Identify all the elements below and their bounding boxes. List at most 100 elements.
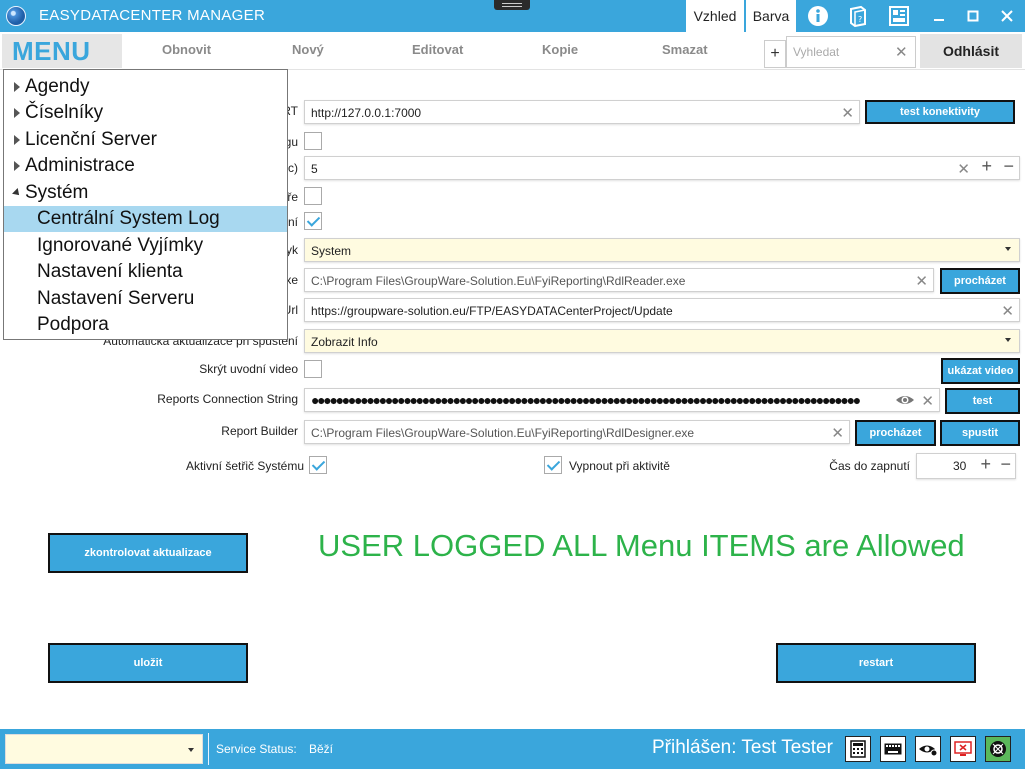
user-banner: USER LOGGED ALL Menu ITEMS are Allowed xyxy=(318,528,965,563)
logged-user: Přihlášen: Test Tester xyxy=(652,737,833,758)
show-password-icon[interactable] xyxy=(895,392,915,411)
clear-reports-conn-icon[interactable]: ✕ xyxy=(921,392,934,410)
drag-handle-icon[interactable] xyxy=(494,0,530,10)
auto-update-select[interactable]: Zobrazit Info xyxy=(304,329,1020,353)
calculator-icon[interactable] xyxy=(845,736,871,762)
service-status-value: Běží xyxy=(309,742,334,756)
decrement-icon[interactable]: − xyxy=(1003,156,1014,177)
menu-item-system[interactable]: Systém xyxy=(4,180,287,206)
svg-text:?: ? xyxy=(858,15,862,24)
row5-checkbox[interactable] xyxy=(304,212,322,230)
check-updates-button[interactable]: zkontrolovat aktualizace xyxy=(48,533,248,573)
report-builder-field[interactable]: C:\Program Files\GroupWare-Solution.Eu\F… xyxy=(304,420,850,444)
reports-conn-label: Reports Connection String xyxy=(157,392,298,406)
reader-exe-field[interactable]: C:\Program Files\GroupWare-Solution.Eu\F… xyxy=(304,268,934,292)
auto-update-value: Zobrazit Info xyxy=(311,335,378,349)
show-video-button[interactable]: ukázat video xyxy=(941,358,1020,384)
clear-reader-exe-icon[interactable]: ✕ xyxy=(915,272,928,290)
browse-reader-button[interactable]: procházet xyxy=(940,268,1020,294)
tab-barva[interactable]: Barva xyxy=(746,0,796,32)
menu-item-label: Administrace xyxy=(25,155,135,176)
menu-item-label: Nastavení klienta xyxy=(37,261,183,282)
search-box: ✕ xyxy=(786,36,916,68)
log-checkbox[interactable] xyxy=(304,132,322,150)
side-menu: Agendy Číselníky Licenční Server Adminis… xyxy=(3,69,288,340)
server-url-field[interactable]: http://127.0.0.1:7000 ✕ xyxy=(304,100,860,124)
clear-report-builder-icon[interactable]: ✕ xyxy=(831,424,844,442)
menu-item-ciselniky[interactable]: Číselníky xyxy=(4,100,287,126)
row5-label: ní xyxy=(287,215,298,229)
chevron-down-icon xyxy=(1005,338,1011,342)
interval-label: c) xyxy=(288,161,298,175)
search-input[interactable] xyxy=(787,37,893,67)
menu-item-administrace[interactable]: Administrace xyxy=(4,153,287,179)
dashboard-icon[interactable] xyxy=(886,3,912,29)
add-filter-button[interactable]: + xyxy=(764,40,786,68)
expand-arrow-icon xyxy=(14,161,20,171)
close-icon[interactable] xyxy=(990,0,1024,32)
disable-on-activity-checkbox[interactable] xyxy=(544,456,562,474)
menu-item-agendy[interactable]: Agendy xyxy=(4,74,287,100)
refresh-button[interactable]: Obnovit xyxy=(162,42,211,57)
chevron-down-icon xyxy=(1005,247,1011,251)
power-icon[interactable] xyxy=(985,736,1011,762)
clear-update-url-icon[interactable]: ✕ xyxy=(1001,302,1014,320)
screensaver-checkbox[interactable] xyxy=(309,456,327,474)
logout-button[interactable]: Odhlásit xyxy=(920,34,1022,68)
save-button[interactable]: uložit xyxy=(48,643,248,683)
decrement-icon[interactable]: − xyxy=(1000,454,1011,475)
run-report-builder-button[interactable]: spustit xyxy=(940,420,1020,446)
app-logo-icon xyxy=(6,6,26,26)
delete-button[interactable]: Smazat xyxy=(662,42,708,57)
monitor-off-icon[interactable] xyxy=(950,736,976,762)
menu-item-nastaveni-klienta[interactable]: Nastavení klienta xyxy=(4,259,287,285)
report-builder-label: Report Builder xyxy=(221,424,298,438)
update-url-value: https://groupware-solution.eu/FTP/EASYDA… xyxy=(311,304,673,318)
minimize-icon[interactable] xyxy=(922,0,956,32)
hide-video-label: Skrýt uvodní video xyxy=(199,362,298,376)
menu-item-label: Licenční Server xyxy=(25,129,158,150)
update-url-field[interactable]: https://groupware-solution.eu/FTP/EASYDA… xyxy=(304,298,1020,322)
restart-button[interactable]: restart xyxy=(776,643,976,683)
status-combo[interactable] xyxy=(5,734,203,764)
menu-item-ignorovane-vyjimky[interactable]: Ignorované Vyjímky xyxy=(4,233,287,259)
window-title: EASYDATACENTER MANAGER xyxy=(39,7,266,24)
reports-conn-field[interactable]: ●●●●●●●●●●●●●●●●●●●●●●●●●●●●●●●●●●●●●●●●… xyxy=(304,388,940,412)
start-delay-field[interactable]: 30 + − xyxy=(916,453,1016,479)
row4-checkbox[interactable] xyxy=(304,187,322,205)
new-button[interactable]: Nový xyxy=(292,42,324,57)
menu-item-centralni-system-log[interactable]: Centrální System Log xyxy=(4,206,287,232)
increment-icon[interactable]: + xyxy=(981,156,992,177)
copy-button[interactable]: Kopie xyxy=(542,42,578,57)
clear-interval-icon[interactable]: ✕ xyxy=(957,160,970,178)
menu-item-label: Číselníky xyxy=(25,102,104,123)
start-delay-label: Čas do zapnutí xyxy=(829,459,910,473)
expand-arrow-icon xyxy=(14,108,20,118)
row4-label: ře xyxy=(287,190,298,204)
help-book-icon[interactable]: ? xyxy=(845,3,871,29)
keyboard-icon[interactable] xyxy=(880,736,906,762)
menu-button[interactable]: MENU xyxy=(2,34,122,68)
menu-item-nastaveni-serveru[interactable]: Nastavení Serveru xyxy=(4,286,287,312)
menu-item-label: Podpora xyxy=(37,314,109,335)
clear-search-icon[interactable]: ✕ xyxy=(895,43,908,61)
interval-field[interactable]: 5 ✕ + − xyxy=(304,156,1020,180)
increment-icon[interactable]: + xyxy=(980,454,991,475)
divider xyxy=(208,733,209,765)
clear-server-url-icon[interactable]: ✕ xyxy=(841,104,854,122)
test-connectivity-button[interactable]: test konektivity xyxy=(865,100,1015,124)
menu-item-licencni-server[interactable]: Licenční Server xyxy=(4,127,287,153)
screen-view-icon[interactable] xyxy=(915,736,941,762)
menu-item-podpora[interactable]: Podpora xyxy=(4,312,287,338)
tab-vzhled[interactable]: Vzhled xyxy=(686,0,744,32)
screensaver-label: Aktivní šetřič Systému xyxy=(185,459,304,473)
hide-video-checkbox[interactable] xyxy=(304,360,322,378)
info-icon[interactable] xyxy=(805,3,831,29)
collapse-arrow-icon xyxy=(12,188,22,198)
test-reports-button[interactable]: test xyxy=(945,388,1020,414)
disable-on-activity-label: Vypnout při aktivitě xyxy=(569,459,670,473)
language-select[interactable]: System xyxy=(304,238,1020,262)
edit-button[interactable]: Editovat xyxy=(412,42,463,57)
browse-report-builder-button[interactable]: procházet xyxy=(855,420,936,446)
maximize-icon[interactable] xyxy=(956,0,990,32)
